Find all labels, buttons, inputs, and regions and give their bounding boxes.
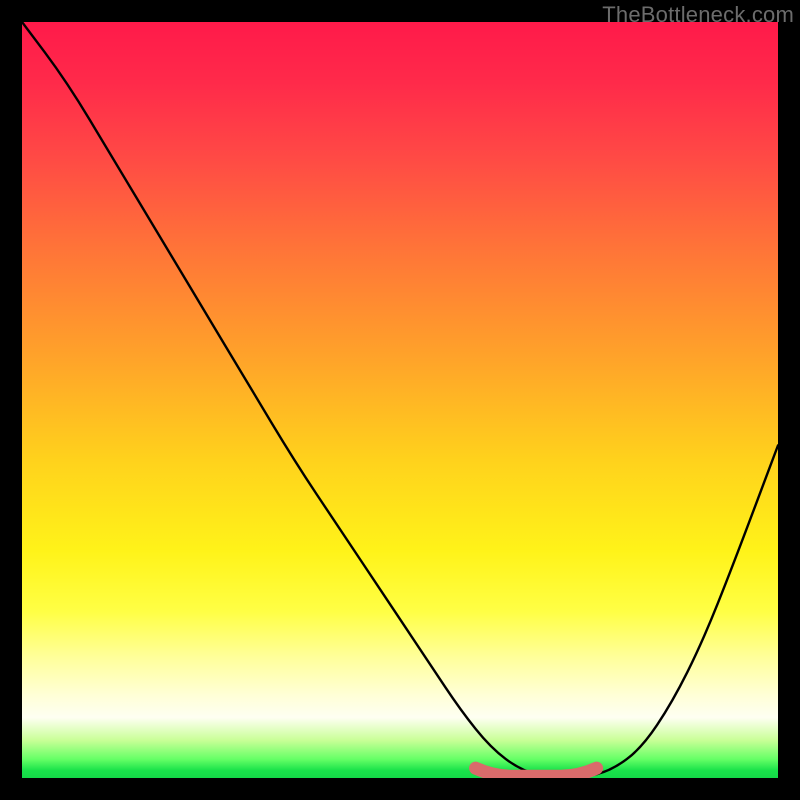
attribution-text: TheBottleneck.com xyxy=(602,2,794,28)
plot-area xyxy=(22,22,778,778)
curve-layer xyxy=(22,22,778,778)
bottleneck-curve xyxy=(22,22,778,778)
chart-frame: TheBottleneck.com xyxy=(0,0,800,800)
optimal-range-marker xyxy=(476,768,597,776)
